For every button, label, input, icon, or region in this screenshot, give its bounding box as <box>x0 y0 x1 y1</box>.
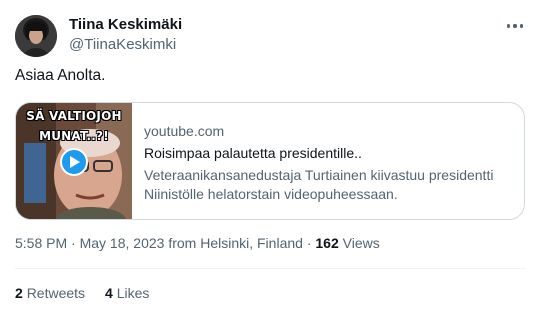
card-description-line1: Veteraanikansanedustaja Turtiainen kiiva… <box>144 167 494 183</box>
views-count: 162 <box>315 235 339 251</box>
thumbnail-caption-line1: SÄ VALTIOJOH <box>26 109 122 123</box>
likes-label: Likes <box>116 285 150 301</box>
card-description: Veteraanikansanedustaja Turtiainen kiiva… <box>144 166 514 204</box>
likes-stat[interactable]: 4 Likes <box>105 284 149 303</box>
divider <box>15 268 526 269</box>
avatar-image <box>15 15 57 57</box>
tweet: Tiina Keskimäki @TiinaKeskimki Asiaa Ano… <box>0 0 541 313</box>
retweets-stat[interactable]: 2 Retweets <box>15 284 85 303</box>
author-handle[interactable]: @TiinaKeskimki <box>69 35 176 55</box>
retweets-label: Retweets <box>26 285 86 301</box>
tweet-meta: 5:58 PM · May 18, 2023 from Helsinki, Fi… <box>15 234 380 253</box>
avatar[interactable] <box>15 15 57 57</box>
card-domain: youtube.com <box>144 123 225 139</box>
play-button[interactable] <box>60 148 88 176</box>
tweet-location: from Helsinki, Finland <box>164 235 303 251</box>
card-title: Roisimpaa palautetta presidentille.. <box>144 145 362 161</box>
views-label: Views <box>338 235 380 251</box>
tweet-text: Asiaa Anolta. <box>15 67 106 84</box>
card-thumbnail[interactable]: SÄ VALTIOJOH MUNAT..?! <box>16 103 132 219</box>
meta-separator: · <box>67 235 80 251</box>
more-horizontal-icon <box>507 24 511 28</box>
more-horizontal-icon-dot <box>513 24 517 28</box>
tweet-time[interactable]: 5:58 PM <box>15 235 67 251</box>
tweet-date[interactable]: May 18, 2023 <box>80 235 165 251</box>
likes-count: 4 <box>105 285 113 301</box>
card-body[interactable]: youtube.com Roisimpaa palautetta preside… <box>144 122 514 204</box>
meta-separator: · <box>302 235 316 251</box>
more-options-button[interactable] <box>500 14 530 38</box>
card-description-line2: Niinistölle helatorstain videopuheessaan… <box>144 186 398 202</box>
author-name[interactable]: Tiina Keskimäki <box>69 15 182 35</box>
play-icon <box>70 156 80 168</box>
link-card[interactable]: SÄ VALTIOJOH MUNAT..?! youtube.com Roisi… <box>15 102 525 220</box>
retweets-count: 2 <box>15 285 23 301</box>
tweet-stats: 2 Retweets 4 Likes <box>15 284 149 303</box>
more-horizontal-icon-dot <box>519 24 523 28</box>
thumbnail-caption-line2: MUNAT..?! <box>39 129 109 143</box>
